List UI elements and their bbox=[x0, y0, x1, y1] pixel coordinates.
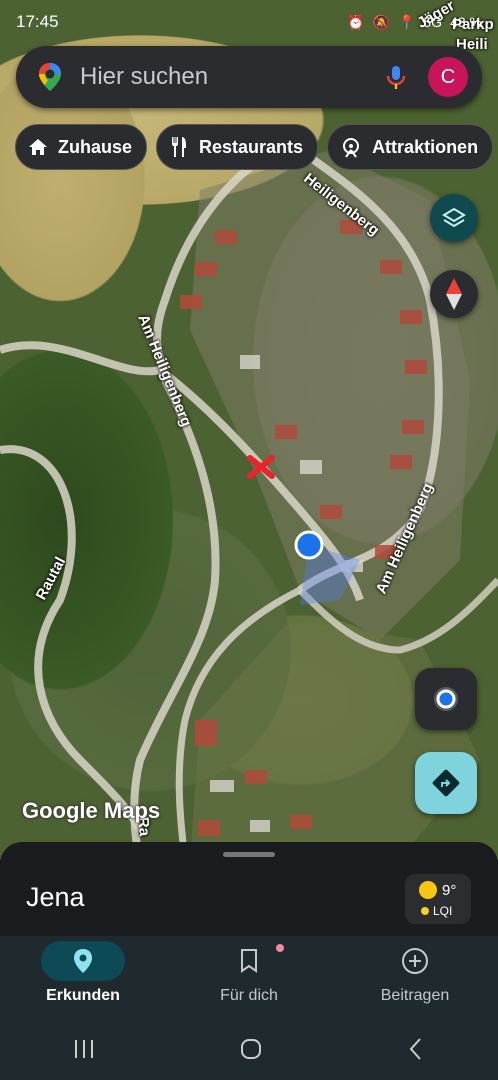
google-maps-pin-icon bbox=[39, 63, 61, 91]
air-quality-dot-icon bbox=[421, 907, 429, 915]
place-title: Jena bbox=[26, 882, 85, 912]
restaurant-icon bbox=[172, 137, 187, 157]
weather-temp-row: 9° bbox=[419, 881, 456, 899]
nav-fuer-dich[interactable]: Für dich bbox=[166, 936, 332, 1018]
nav-label: Erkunden bbox=[46, 987, 120, 1004]
signal-icon: 5G bbox=[423, 14, 443, 30]
compass-button[interactable] bbox=[430, 270, 478, 318]
location-icon: 📍 bbox=[397, 13, 416, 30]
back-icon[interactable] bbox=[406, 1037, 426, 1061]
sheet-drag-handle[interactable] bbox=[223, 852, 275, 857]
nav-beitragen-icon-wrap bbox=[373, 941, 457, 981]
directions-button[interactable] bbox=[415, 752, 477, 814]
nav-label: Beitragen bbox=[380, 987, 450, 1004]
home-icon bbox=[29, 139, 47, 155]
nav-beitragen[interactable]: Beitragen bbox=[332, 936, 498, 1018]
nav-label: Für dich bbox=[220, 987, 278, 1004]
temperature: 9° bbox=[442, 881, 457, 899]
current-location-dot bbox=[294, 530, 324, 560]
my-location-icon bbox=[434, 687, 458, 711]
chip-label: Zuhause bbox=[58, 136, 133, 157]
weather-widget[interactable]: 9° LQI bbox=[405, 874, 471, 924]
compass-icon bbox=[446, 278, 462, 310]
attraction-icon bbox=[343, 138, 360, 158]
air-quality-label: LQI bbox=[433, 904, 453, 918]
air-quality-row: LQI bbox=[421, 904, 452, 918]
chip-restaurants[interactable]: Restaurants bbox=[156, 124, 319, 170]
chip-label: Attraktionen bbox=[372, 136, 479, 157]
recent-apps-icon[interactable] bbox=[72, 1038, 96, 1060]
search-bar[interactable]: Hier suchen C bbox=[16, 46, 482, 108]
account-avatar[interactable]: C bbox=[428, 57, 468, 97]
explore-pin-icon bbox=[74, 949, 92, 973]
microphone-icon[interactable] bbox=[382, 63, 410, 91]
bookmark-icon bbox=[241, 949, 257, 973]
my-location-button[interactable] bbox=[415, 668, 477, 730]
add-circle-icon bbox=[402, 948, 428, 974]
layers-button[interactable] bbox=[430, 194, 478, 242]
chip-zuhause[interactable]: Zuhause bbox=[15, 124, 148, 170]
notification-badge bbox=[275, 944, 284, 952]
bottom-navigation: Erkunden Für dich Beitragen bbox=[0, 936, 498, 1018]
system-navigation-bar bbox=[0, 1018, 498, 1080]
bottom-sheet[interactable]: Jena 9° LQI bbox=[0, 842, 498, 936]
chip-attraktionen[interactable]: Attraktionen bbox=[327, 124, 494, 170]
chip-label: Restaurants bbox=[199, 136, 304, 157]
mute-icon: 🔕 bbox=[372, 13, 390, 30]
nav-erkunden[interactable]: Erkunden bbox=[0, 936, 166, 1018]
search-input[interactable]: Hier suchen bbox=[80, 63, 382, 91]
alarm-icon: ⏰ bbox=[347, 13, 365, 30]
category-chips: Zuhause Restaurants Attraktionen bbox=[15, 124, 498, 170]
battery-text: 43 % bbox=[450, 14, 482, 30]
status-bar: 17:45 ⏰ 🔕 📍 5G 43 % bbox=[0, 0, 498, 44]
status-icons: ⏰ 🔕 📍 5G 43 % bbox=[347, 14, 482, 31]
status-time: 17:45 bbox=[16, 12, 59, 31]
directions-icon bbox=[432, 769, 460, 797]
google-maps-attribution: Google Maps bbox=[22, 798, 161, 823]
sun-icon bbox=[419, 881, 437, 899]
nav-erkunden-icon-wrap bbox=[41, 941, 125, 981]
home-button-icon[interactable] bbox=[239, 1037, 263, 1061]
layers-icon bbox=[442, 207, 466, 228]
